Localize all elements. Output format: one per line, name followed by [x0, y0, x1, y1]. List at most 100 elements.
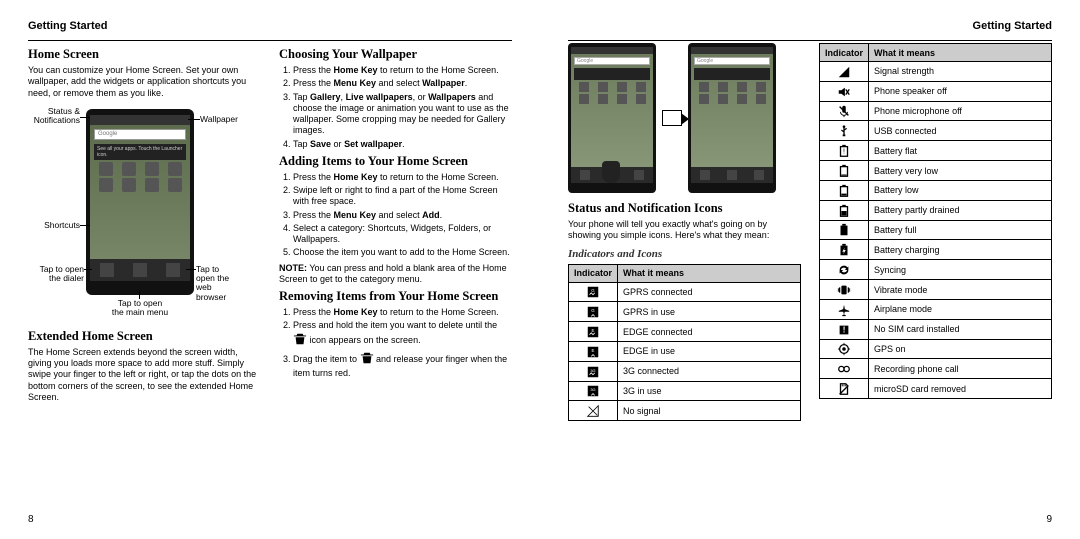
callout-browser: Tap to open the web browser — [196, 265, 238, 302]
phone-icon — [99, 162, 113, 176]
table-row: GGPRS in use — [569, 302, 801, 322]
gprs-conn-icon: G — [569, 282, 618, 302]
table-row: Battery charging — [820, 240, 1052, 260]
table-row: Battery partly drained — [820, 200, 1052, 220]
hand-icon — [602, 161, 620, 183]
arrow-right-icon — [662, 110, 682, 126]
table-row: Phone microphone off — [820, 101, 1052, 121]
table-row: ! No SIM card installed — [820, 319, 1052, 339]
removing-heading: Removing Items from Your Home Screen — [279, 289, 512, 304]
indicator-meaning: Phone microphone off — [869, 101, 1052, 121]
phone-icon — [145, 178, 159, 192]
indicator-meaning: Battery flat — [869, 141, 1052, 161]
callout-line — [188, 119, 200, 120]
adding-note: NOTE: You can press and hold a blank are… — [279, 263, 512, 286]
table-row: 3G 3G connected — [569, 361, 801, 381]
mic-off-icon — [820, 101, 869, 121]
indicators-subheading: Indicators and Icons — [568, 248, 801, 260]
battery-full-icon — [820, 220, 869, 240]
indicator-meaning: GPRS in use — [618, 302, 801, 322]
thumbnails-row: Google Google — [568, 43, 801, 193]
indicator-meaning: Recording phone call — [869, 359, 1052, 379]
table-row: USB connected — [820, 121, 1052, 141]
page-9: Getting Started Google — [540, 0, 1080, 539]
gprs-use-icon: G — [569, 302, 618, 322]
header-rule — [28, 40, 512, 41]
recording-icon — [820, 359, 869, 379]
extended-body: The Home Screen extends beyond the scree… — [28, 347, 261, 403]
header-title-left: Getting Started — [28, 20, 512, 32]
indicator-meaning: EDGE in use — [618, 341, 801, 361]
microsd-icon — [820, 379, 869, 399]
phone-thumbnail-2: Google — [688, 43, 776, 193]
table-row: No signal — [569, 401, 801, 421]
left-col-1: Home Screen You can customize your Home … — [28, 43, 261, 407]
indicator-meaning: No SIM card installed — [869, 319, 1052, 339]
home-screen-figure: Google See all your apps. Touch the Laun… — [28, 105, 238, 315]
phone-mockup: Google See all your apps. Touch the Laun… — [86, 109, 194, 295]
home-screen-body: You can customize your Home Screen. Set … — [28, 65, 261, 99]
header-title-right: Getting Started — [568, 20, 1052, 32]
phone-icon — [122, 178, 136, 192]
table-row: Airplane mode — [820, 299, 1052, 319]
3g-use-icon: 3G — [569, 381, 618, 401]
status-icons-body: Your phone will tell you exactly what's … — [568, 219, 801, 242]
svg-text:G: G — [591, 288, 595, 293]
header-rule — [568, 40, 1052, 41]
indicator-meaning: 3G connected — [618, 361, 801, 381]
indicator-meaning: Phone speaker off — [869, 81, 1052, 101]
phone-icon — [122, 162, 136, 176]
table-row: E EDGE in use — [569, 341, 801, 361]
indicator-meaning: USB connected — [869, 121, 1052, 141]
callout-dialer: Tap to open the dialer — [28, 265, 84, 284]
table-row: microSD card removed — [820, 379, 1052, 399]
phone-tip-widget: See all your apps. Touch the Launcher ic… — [94, 144, 186, 160]
indicator-meaning: Battery full — [869, 220, 1052, 240]
battery-charging-icon — [820, 240, 869, 260]
indicator-table-1: Indicator What it means GGPRS connectedG… — [568, 264, 801, 422]
right-col-2: Indicator What it means Signal strengthP… — [819, 43, 1052, 421]
svg-text:E: E — [592, 348, 595, 353]
3g-conn-icon: 3G — [569, 361, 618, 381]
callout-line — [80, 225, 90, 226]
callout-status-notifications: Status & Notifications — [28, 107, 80, 126]
no-sim-icon: ! — [820, 319, 869, 339]
vibrate-icon — [820, 280, 869, 300]
airplane-icon — [820, 299, 869, 319]
indicator-meaning: GPRS connected — [618, 282, 801, 302]
table-row: Vibrate mode — [820, 280, 1052, 300]
callout-line — [186, 269, 196, 270]
indicator-meaning: Battery low — [869, 180, 1052, 200]
indicator-meaning: Vibrate mode — [869, 280, 1052, 300]
adding-steps: Press the Home Key to return to the Home… — [279, 172, 512, 259]
svg-text:3G: 3G — [590, 387, 595, 392]
indicator-meaning: Signal strength — [869, 62, 1052, 82]
callout-shortcuts: Shortcuts — [28, 221, 80, 230]
wallpaper-heading: Choosing Your Wallpaper — [279, 47, 512, 62]
table-row: 3G3G in use — [569, 381, 801, 401]
home-screen-heading: Home Screen — [28, 47, 261, 62]
right-col-1: Google Google — [568, 43, 801, 421]
indicator-meaning: Airplane mode — [869, 299, 1052, 319]
page-number-9: 9 — [1046, 514, 1052, 525]
table-row: EEDGE connected — [569, 322, 801, 342]
table-row: G GPRS connected — [569, 282, 801, 302]
no-signal-icon — [569, 401, 618, 421]
callout-wallpaper: Wallpaper — [200, 115, 238, 124]
table-row: Syncing — [820, 260, 1052, 280]
phone-icon — [168, 178, 182, 192]
trash-icon — [360, 351, 374, 368]
table-row: Battery full — [820, 220, 1052, 240]
callout-line — [84, 269, 92, 270]
phone-icon — [145, 162, 159, 176]
page-spread: Getting Started Home Screen You can cust… — [0, 0, 1080, 539]
adding-heading: Adding Items to Your Home Screen — [279, 154, 512, 169]
svg-text:!: ! — [843, 325, 846, 334]
battery-low-icon — [820, 180, 869, 200]
table-row: GPS on — [820, 339, 1052, 359]
phone-status-bar — [90, 115, 190, 125]
edge-conn-icon: E — [569, 322, 618, 342]
indicator-table-2: Indicator What it means Signal strengthP… — [819, 43, 1052, 399]
svg-text:3G: 3G — [590, 368, 595, 373]
indicator-meaning: No signal — [618, 401, 801, 421]
